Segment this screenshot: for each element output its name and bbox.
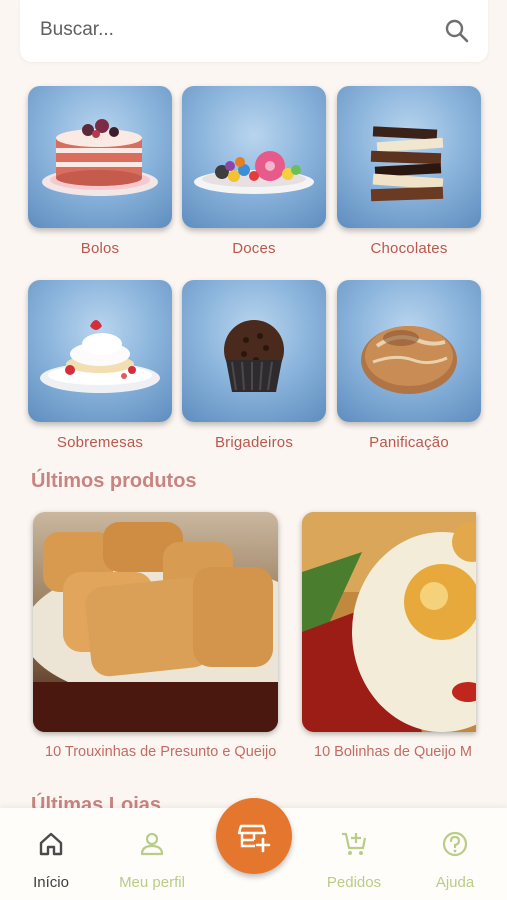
product-name: 10 Bolinhas de Queijo M	[314, 744, 472, 760]
bottom-navigation: Início Meu perfil Pedidos Ajuda	[0, 798, 507, 900]
search-icon[interactable]	[444, 18, 470, 44]
product-card[interactable]: 10 Trouxinhas de Presunto e Queijo	[33, 512, 278, 760]
category-doces[interactable]: Doces	[182, 86, 326, 257]
nav-label: Início	[33, 874, 69, 891]
add-store-button[interactable]	[216, 798, 292, 874]
cake-icon	[28, 86, 172, 228]
user-icon	[140, 832, 164, 856]
help-icon	[442, 831, 468, 857]
section-title-latest-products: Últimos produtos	[31, 470, 197, 492]
nav-help[interactable]: Ajuda	[405, 830, 505, 891]
home-icon	[39, 832, 63, 856]
category-label: Brigadeiros	[214, 434, 294, 451]
category-label: Sobremesas	[56, 434, 144, 451]
category-label: Doces	[232, 240, 276, 257]
search-input[interactable]	[40, 16, 430, 44]
category-bolos[interactable]: Bolos	[28, 86, 172, 257]
product-name: 10 Trouxinhas de Presunto e Queijo	[45, 744, 277, 760]
brigadeiro-icon	[182, 280, 326, 422]
category-label: Bolos	[80, 240, 120, 257]
bread-icon	[337, 280, 481, 422]
nav-orders[interactable]: Pedidos	[304, 830, 404, 891]
category-panificacao[interactable]: Panificação	[337, 280, 481, 451]
product-card[interactable]: 10 Bolinhas de Queijo M	[302, 512, 476, 760]
nav-label: Pedidos	[326, 874, 382, 891]
category-label: Panificação	[369, 434, 449, 451]
cart-add-icon	[342, 832, 367, 855]
category-sobremesas[interactable]: Sobremesas	[28, 280, 172, 451]
nav-label: Meu perfil	[119, 874, 185, 891]
nav-profile[interactable]: Meu perfil	[102, 830, 202, 891]
dessert-plate-icon	[28, 280, 172, 422]
product-image	[33, 512, 278, 732]
candy-plate-icon	[182, 86, 326, 228]
nav-home[interactable]: Início	[1, 830, 101, 891]
product-image	[302, 512, 476, 732]
search-bar[interactable]	[20, 0, 488, 62]
category-chocolates[interactable]: Chocolates	[337, 86, 481, 257]
nav-label: Ajuda	[435, 874, 475, 891]
category-brigadeiros[interactable]: Brigadeiros	[182, 280, 326, 451]
store-add-icon	[237, 824, 271, 853]
chocolate-bars-icon	[337, 86, 481, 228]
category-label: Chocolates	[370, 240, 448, 257]
